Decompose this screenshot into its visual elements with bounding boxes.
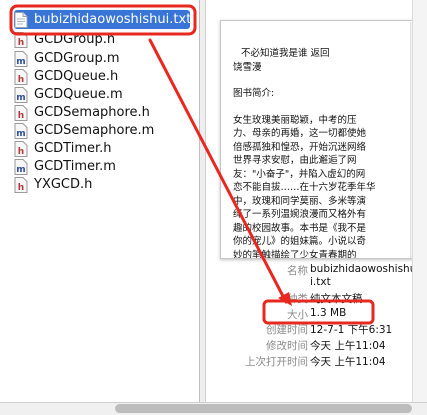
header-file-icon: h [14,68,28,85]
implementation-file-icon: m [14,50,28,67]
preview-line: 友："小奋子"，并陷入虚幻的网 [233,168,366,180]
info-created-row: 创建时间 12-7-1 下午6:31 [206,322,427,338]
preview-line: 绎了一系列温婉浪漫而又格外有 [233,209,367,220]
svg-text:m: m [16,57,25,67]
preview-line: 力、母亲的再婚，这一切都使她 [233,128,367,139]
header-file-icon: h [14,104,28,121]
info-opened-row: 上次打开时间 今天 上午11:04 [206,354,427,370]
file-row-gcdsemaphore-m[interactable]: m GCDSemaphore.m [14,121,190,140]
file-name: GCDQueue.h [34,69,119,84]
info-name-row-cont: i.txt [206,276,427,292]
file-row-bubizhidaowoshishui-txt[interactable]: bubizhidaowoshishui.txt [14,10,192,29]
info-modified-label: 修改时间 [266,340,308,352]
file-row-gcdtimer-h[interactable]: h GCDTimer.h [14,139,190,158]
file-row-gcdgroup-m[interactable]: m GCDGroup.m [14,49,190,68]
implementation-file-icon: m [14,122,28,139]
info-size-value: 1.3 MB [310,307,347,319]
file-name: YXGCD.h [34,177,93,192]
header-file-icon: h [14,140,28,157]
preview-line: 女生玫瑰美丽聪颖，中考的压 [233,114,357,126]
text-file-icon [14,11,28,28]
document-preview[interactable]: 不必知道我是谁 返回 饶雪漫 图书简介: 女生玫瑰美丽聪颖，中考的压 力、母亲的… [220,20,423,259]
file-row-gcdqueue-h[interactable]: h GCDQueue.h [14,67,190,86]
file-row-gcdqueue-m[interactable]: m GCDQueue.m [14,85,190,104]
svg-text:m: m [16,93,25,103]
header-file-icon: h [14,31,28,48]
info-name-value: bubizhidaowoshishu [310,263,417,275]
horizontal-scroll-thumb[interactable] [115,404,412,413]
preview-line: 倍感孤独和惶恐，开始沉迷网络 [233,141,367,153]
vertical-scrollbar[interactable] [412,0,427,402]
info-created-value: 12-7-1 下午6:31 [310,324,393,336]
info-size-row: 大小 1.3 MB [206,307,427,323]
info-created-label: 创建时间 [266,324,308,336]
file-name: GCDGroup.h [34,32,116,47]
implementation-file-icon: m [14,86,28,103]
preview-line: 你的宠儿》的姐妹篇。小说以奇 [233,236,367,247]
file-name: GCDTimer.m [34,159,116,174]
svg-text:m: m [16,129,25,139]
file-row-yxgcd-h[interactable]: h YXGCD.h [14,175,190,194]
info-kind-row: 种类 纯文本文稿 [206,291,427,307]
preview-text: 不必知道我是谁 返回 饶雪漫 图书简介: 女生玫瑰美丽聪颖，中考的压 力、母亲的… [233,47,405,259]
svg-text:h: h [18,75,24,85]
file-name: bubizhidaowoshishui.txt [34,12,192,27]
info-kind-value: 纯文本文稿 [310,293,363,305]
file-name: GCDGroup.m [34,51,120,66]
info-modified-row: 修改时间 今天 上午11:04 [206,338,427,354]
preview-line: 趣的校园故事。本书是《我不是 [233,222,367,234]
file-row-gcdtimer-m[interactable]: m GCDTimer.m [14,157,190,176]
preview-line: 妙的笔触描绘了少女青春期的 [233,249,357,259]
svg-text:h: h [18,111,24,121]
info-size-label: 大小 [287,309,308,321]
info-modified-value: 今天 上午11:04 [310,340,386,352]
info-opened-value: 今天 上午11:04 [310,356,386,368]
preview-line: 图书简介: [233,88,275,99]
info-name-value-cont: i.txt [310,276,331,288]
implementation-file-icon: m [14,158,28,175]
preview-line: 恋不能自拔……在十六岁花季年华 [233,182,376,193]
preview-line: 世界寻求安慰，由此邂逅了网 [233,155,357,166]
svg-text:h: h [18,183,24,193]
preview-line: 中，玫瑰和同学莫丽、多米等演 [233,195,367,207]
file-name: GCDSemaphore.h [34,105,150,120]
preview-line: 饶雪漫 [233,61,262,73]
svg-text:m: m [16,165,25,175]
svg-text:h: h [18,147,24,157]
info-kind-label: 种类 [287,293,308,305]
file-name: GCDTimer.h [34,141,112,156]
header-file-icon: h [14,176,28,193]
preview-line: 不必知道我是谁 返回 [241,48,330,59]
file-name: GCDSemaphore.m [34,123,155,138]
file-row-gcdgroup-h[interactable]: h GCDGroup.h [14,30,190,49]
file-list: bubizhidaowoshishui.txt h GCDGroup.h m G… [0,0,199,402]
svg-text:h: h [18,38,24,48]
info-opened-label: 上次打开时间 [245,356,308,368]
file-row-gcdsemaphore-h[interactable]: h GCDSemaphore.h [14,103,190,122]
file-name: GCDQueue.m [34,87,123,102]
